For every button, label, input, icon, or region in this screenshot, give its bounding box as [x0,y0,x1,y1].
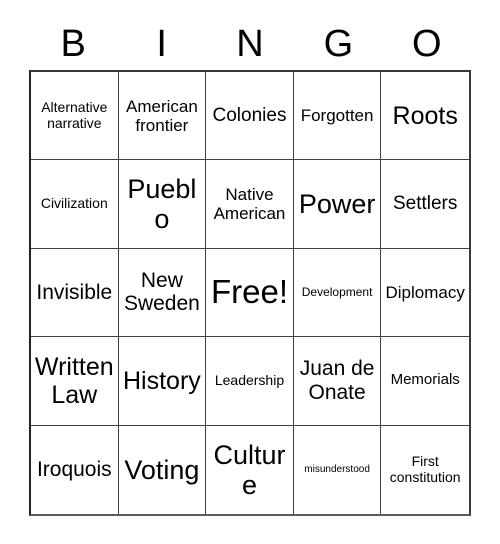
bingo-cell-free-space[interactable]: Free! [206,248,294,338]
bingo-card: B I N G O Alternative narrative American… [0,0,500,544]
bingo-cell[interactable]: Voting [118,425,207,514]
bingo-cell[interactable]: Native American [206,160,294,249]
bingo-cell-label: Development [301,284,373,299]
bingo-grid: Alternative narrative American frontier … [29,70,471,516]
bingo-cell[interactable]: Iroquois [31,425,119,514]
bingo-header-letter-b: B [60,23,86,65]
bingo-cell-label: Iroquois [36,458,112,482]
bingo-cell[interactable]: misunderstood [293,425,382,514]
bingo-header-letter-n: N [236,23,264,65]
bingo-cell-label: Juan de Onate [299,357,375,404]
bingo-cell-label: misunderstood [304,464,370,476]
bingo-cell-label: Leadership [214,372,285,389]
bingo-cell[interactable]: Juan de Onate [293,337,382,426]
bingo-cell-label: Voting [124,454,200,485]
bingo-cell[interactable]: History [118,337,207,426]
bingo-cell[interactable]: Invisible [31,248,119,338]
bingo-cell-label: Pueblo [127,173,197,235]
bingo-cell[interactable]: Civilization [31,160,119,249]
bingo-cell-label: Invisible [36,280,113,304]
bingo-cell[interactable]: Settlers [381,160,469,249]
bingo-cell-label: Diplomacy [385,282,465,302]
bingo-cell-label: Native American [213,185,286,224]
bingo-cell-label: Power [298,188,376,219]
bingo-cell[interactable]: Culture [206,425,294,514]
bingo-cell-label: Free! [210,273,288,311]
bingo-cell-label: Colonies [212,105,287,127]
bingo-cell-label: New Sweden [123,268,200,316]
bingo-cell[interactable]: New Sweden [118,248,207,338]
bingo-cell-label: Civilization [40,195,108,212]
bingo-cell[interactable]: Development [293,248,382,338]
bingo-cell-label: American frontier [125,96,198,135]
bingo-cell[interactable]: Roots [381,72,469,161]
bingo-cell[interactable]: Colonies [206,72,294,161]
bingo-header-letter-o: O [412,23,442,65]
bingo-cell[interactable]: Alternative narrative [31,72,119,161]
bingo-header: B I N G O [29,18,471,70]
bingo-cell[interactable]: Diplomacy [381,248,469,338]
bingo-header-letter-g: G [323,23,354,65]
bingo-cell[interactable]: Written Law [31,337,119,426]
bingo-cell[interactable]: American frontier [118,72,207,161]
bingo-cell[interactable]: Pueblo [118,160,207,249]
bingo-cell[interactable]: Memorials [381,337,469,426]
bingo-cell-label: Culture [213,439,286,500]
bingo-cell-label: History [122,366,201,395]
bingo-cell-label: Roots [392,101,458,130]
bingo-cell-label: Memorials [390,371,460,389]
bingo-cell-label: Settlers [392,193,458,215]
bingo-header-letter-i: I [156,23,167,65]
bingo-cell-label: Forgotten [300,106,374,126]
bingo-cell-label: First constitution [389,453,461,485]
bingo-cell[interactable]: Forgotten [293,72,382,161]
bingo-cell[interactable]: Leadership [206,337,294,426]
bingo-cell[interactable]: Power [293,160,382,249]
bingo-cell[interactable]: First constitution [381,425,469,514]
bingo-cell-label: Alternative narrative [41,99,108,131]
bingo-cell-label: Written Law [34,352,114,409]
